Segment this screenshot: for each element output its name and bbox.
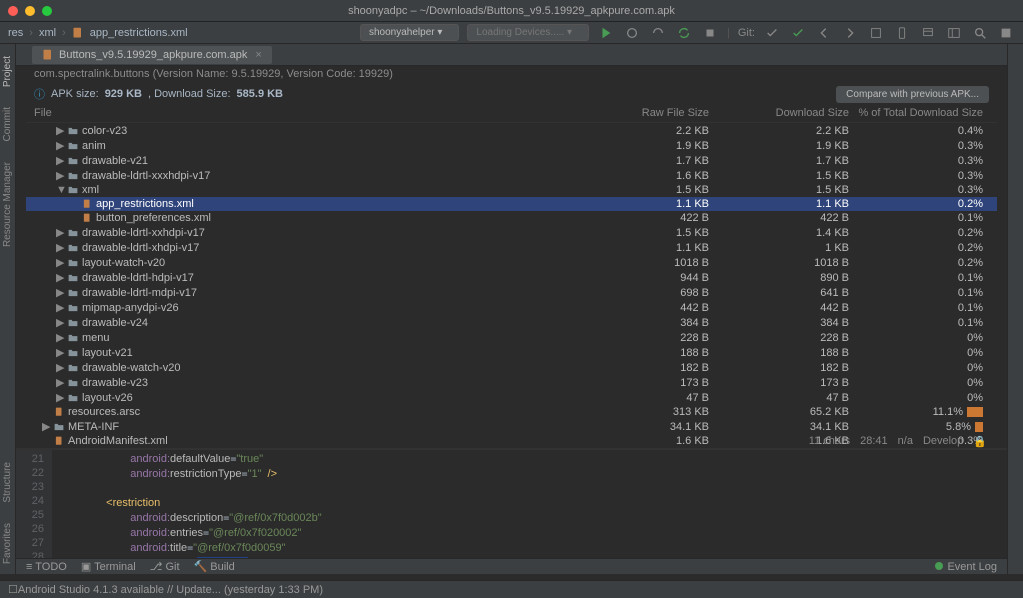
file-table: File Raw File Size Download Size % of To… bbox=[16, 104, 1007, 448]
table-row[interactable]: ▶drawable-ldrtl-xxxhdpi-v171.6 KB1.5 KB0… bbox=[26, 168, 997, 183]
device-select[interactable]: shoonyahelper ▾ bbox=[360, 24, 459, 41]
table-row[interactable]: ▶drawable-v23173 B173 B0% bbox=[26, 375, 997, 390]
tool-window-bar: ≡ TODO ▣ Terminal ⎇ Git 🔨 Build Event Lo… bbox=[16, 558, 1007, 574]
package-info: com.spectralink.buttons (Version Name: 9… bbox=[16, 66, 1007, 84]
debug-icon[interactable] bbox=[623, 24, 641, 42]
left-sidebar: Project Commit Resource Manager Structur… bbox=[0, 44, 16, 574]
sidebar-favorites[interactable]: Favorites bbox=[2, 523, 13, 564]
table-row[interactable]: ▶META-INF34.1 KB34.1 KB5.8% bbox=[26, 419, 997, 434]
run-icon[interactable] bbox=[597, 24, 615, 42]
minimize-window[interactable] bbox=[25, 6, 35, 16]
xml-file-icon bbox=[72, 27, 84, 39]
breadcrumb-xml[interactable]: xml bbox=[39, 27, 56, 39]
info-icon: ⓘ bbox=[34, 86, 45, 102]
lock-icon: 🔒 bbox=[973, 435, 987, 448]
table-row[interactable]: ▶drawable-ldrtl-xhdpi-v171.1 KB1 KB0.2% bbox=[26, 240, 997, 255]
table-row[interactable]: ▶drawable-v211.7 KB1.7 KB0.3% bbox=[26, 153, 997, 168]
box-icon[interactable] bbox=[867, 24, 885, 42]
sidebar-structure[interactable]: Structure bbox=[2, 462, 13, 503]
table-row[interactable]: ▶layout-watch-v201018 B1018 B0.2% bbox=[26, 255, 997, 270]
tab-apk[interactable]: Buttons_v9.5.19929_apkpure.com.apk × bbox=[32, 46, 272, 64]
breadcrumb: res › xml › app_restrictions.xml shoonya… bbox=[0, 22, 1023, 44]
table-row[interactable]: ▶color-v232.2 KB2.2 KB0.4% bbox=[26, 123, 997, 138]
traffic-lights bbox=[8, 6, 52, 16]
status-left: ☐ bbox=[8, 583, 18, 596]
settings-icon[interactable] bbox=[997, 24, 1015, 42]
code-area[interactable]: android:defaultValue="true" android:rest… bbox=[52, 450, 1007, 558]
table-row[interactable]: ▶drawable-ldrtl-mdpi-v17698 B641 B0.1% bbox=[26, 285, 997, 300]
code-editor[interactable]: 11 chars 28:41 n/a Develop 🔒 21222324252… bbox=[16, 448, 1007, 558]
sidebar-project[interactable]: Project bbox=[2, 56, 13, 87]
layout-icon[interactable] bbox=[945, 24, 963, 42]
table-row[interactable]: button_preferences.xml422 B422 B0.1% bbox=[26, 211, 997, 225]
maximize-window[interactable] bbox=[42, 6, 52, 16]
loading-devices[interactable]: Loading Devices..... ▾ bbox=[467, 24, 589, 41]
sidebar-resource-manager[interactable]: Resource Manager bbox=[2, 162, 13, 247]
sidebar-commit[interactable]: Commit bbox=[2, 107, 13, 141]
table-row[interactable]: ▶drawable-v24384 B384 B0.1% bbox=[26, 315, 997, 330]
titlebar: shoonyadpc – ~/Downloads/Buttons_v9.5.19… bbox=[0, 0, 1023, 22]
search-icon[interactable] bbox=[971, 24, 989, 42]
compare-apk-button[interactable]: Compare with previous APK... bbox=[836, 86, 989, 103]
table-row[interactable]: ▶anim1.9 KB1.9 KB0.3% bbox=[26, 138, 997, 153]
right-sidebar bbox=[1007, 44, 1023, 574]
table-row[interactable]: ▶menu228 B228 B0% bbox=[26, 330, 997, 345]
sync-icon[interactable] bbox=[675, 24, 693, 42]
table-row[interactable]: ▶drawable-ldrtl-hdpi-v17944 B890 B0.1% bbox=[26, 270, 997, 285]
table-row[interactable]: resources.arsc313 KB65.2 KB11.1% bbox=[26, 405, 997, 419]
git-fwd-icon[interactable] bbox=[841, 24, 859, 42]
git-icon[interactable]: Git: bbox=[738, 24, 755, 42]
tool-terminal[interactable]: ▣ Terminal bbox=[81, 560, 136, 573]
breadcrumb-res[interactable]: res bbox=[8, 27, 23, 39]
tool-todo[interactable]: ≡ TODO bbox=[26, 561, 67, 573]
line-gutter: 2122232425262728💡29303132333435363738394… bbox=[16, 450, 52, 558]
close-window[interactable] bbox=[8, 6, 18, 16]
avd-icon[interactable] bbox=[893, 24, 911, 42]
apk-size-line: ⓘ APK size: 929 KB , Download Size: 585.… bbox=[16, 84, 1007, 104]
tool-event-log[interactable]: Event Log bbox=[935, 561, 997, 573]
table-row[interactable]: app_restrictions.xml1.1 KB1.1 KB0.2% bbox=[26, 197, 997, 211]
git-check2-icon[interactable] bbox=[789, 24, 807, 42]
tool-git[interactable]: ⎇ Git bbox=[150, 560, 180, 573]
table-row[interactable]: ▶drawable-ldrtl-xxhdpi-v171.5 KB1.4 KB0.… bbox=[26, 225, 997, 240]
editor-status-bar: 11 chars 28:41 n/a Develop 🔒 bbox=[789, 434, 1007, 448]
breadcrumb-file[interactable]: app_restrictions.xml bbox=[90, 27, 188, 39]
profile-icon[interactable] bbox=[649, 24, 667, 42]
stop-icon[interactable] bbox=[701, 24, 719, 42]
table-row[interactable]: ▶drawable-watch-v20182 B182 B0% bbox=[26, 360, 997, 375]
table-row[interactable]: ▶layout-v2647 B47 B0% bbox=[26, 390, 997, 405]
sdk-icon[interactable] bbox=[919, 24, 937, 42]
close-tab-icon[interactable]: × bbox=[255, 49, 261, 61]
window-title: shoonyadpc – ~/Downloads/Buttons_v9.5.19… bbox=[0, 5, 1023, 17]
editor-tabs: Buttons_v9.5.19929_apkpure.com.apk × bbox=[16, 44, 1007, 66]
git-back-icon[interactable] bbox=[815, 24, 833, 42]
table-row[interactable]: ▶mipmap-anydpi-v26442 B442 B0.1% bbox=[26, 300, 997, 315]
table-row[interactable]: ▼xml1.5 KB1.5 KB0.3% bbox=[26, 183, 997, 197]
table-row[interactable]: ▶layout-v21188 B188 B0% bbox=[26, 345, 997, 360]
apk-icon bbox=[42, 49, 54, 61]
table-header: File Raw File Size Download Size % of To… bbox=[26, 104, 997, 123]
git-check-icon[interactable] bbox=[763, 24, 781, 42]
status-message[interactable]: Android Studio 4.1.3 available // Update… bbox=[18, 584, 323, 596]
status-bar: ☐ Android Studio 4.1.3 available // Upda… bbox=[0, 580, 1023, 598]
tool-build[interactable]: 🔨 Build bbox=[194, 560, 235, 573]
